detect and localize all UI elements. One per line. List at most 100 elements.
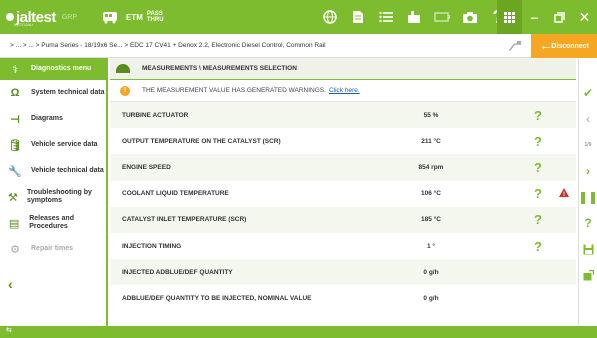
globe-icon[interactable]	[318, 5, 342, 29]
measurement-row[interactable]: INJECTION TIMING 1 ° ?	[110, 233, 576, 259]
help-icon[interactable]: ?	[534, 186, 542, 201]
top-toolbar: jaltest by COJALI GRP ETM PASSTHRU ?	[0, 0, 597, 34]
breadcrumb[interactable]: > ... > ... > Puma Series - 18/19x6 Se..…	[0, 42, 326, 49]
status-bar: ⇆	[0, 326, 597, 338]
measurement-value: 1 °	[426, 242, 436, 250]
sidebar-item-label: Repair times	[31, 245, 74, 252]
page-title: MEASUREMENTS \ MEASUREMENTS SELECTION	[142, 65, 297, 72]
sidebar-item-label: Releases and Procedures	[29, 215, 74, 230]
measurement-name: ADBLUE/DEF QUANTITY TO BE INJECTED, NOMI…	[122, 294, 312, 302]
measurement-value: 106 °C	[421, 190, 441, 198]
measurement-value: 0 g/h	[423, 268, 439, 276]
ohm-icon: Ω	[10, 87, 20, 99]
help-icon[interactable]: ?	[534, 239, 542, 254]
sidebar: ⚕ Diagnostics menu Ω System technical da…	[0, 58, 108, 326]
measurement-row[interactable]: COOLANT LIQUID TEMPERATURE 106 °C ? !	[110, 181, 576, 207]
measurement-value: 185 °C	[421, 216, 441, 224]
right-action-bar: ✔ ‹ 1/9 › ❚❚ ?	[578, 58, 597, 326]
svg-text:!: !	[563, 192, 565, 198]
minimize-icon[interactable]: –	[522, 0, 547, 34]
help-icon[interactable]: ?	[534, 108, 542, 123]
diagnostics-icon: ⚕	[12, 63, 18, 76]
measurement-name: COOLANT LIQUID TEMPERATURE	[122, 190, 229, 198]
vehicle-connect-icon[interactable]	[402, 5, 426, 29]
sidebar-item-vehicle-service-data[interactable]: 🛢 Vehicle service data	[0, 132, 106, 158]
bus-icon[interactable]	[98, 5, 122, 29]
plug-icon	[508, 40, 522, 55]
sidebar-item-label: Diagrams	[31, 115, 63, 122]
alarm-icon: !	[558, 187, 570, 200]
chevron-left-icon[interactable]: ‹	[579, 106, 597, 132]
grp-button[interactable]: GRP	[62, 14, 77, 21]
panel-header: MEASUREMENTS \ MEASUREMENTS SELECTION	[110, 58, 576, 80]
sidebar-item-label: Diagnostics menu	[31, 65, 92, 72]
diagram-icon: ⊣	[9, 113, 21, 126]
sidebar-item-label: Vehicle technical data	[31, 167, 104, 174]
sidebar-item-repair-times: ⚙ Repair times	[0, 236, 106, 262]
measurement-row[interactable]: TURBINE ACTUATOR 55 % ?	[110, 102, 576, 129]
gear-icon: ⚙	[10, 243, 20, 256]
chevron-right-icon[interactable]: ›	[579, 158, 597, 184]
wrench-icon: 🔧	[8, 165, 22, 178]
measurement-value: 211 °C	[421, 137, 441, 145]
help-settings-icon[interactable]: ?	[579, 210, 597, 236]
check-icon[interactable]: ✔	[579, 80, 597, 106]
gauge-icon	[116, 64, 130, 73]
measurement-row[interactable]: INJECTED ADBLUE/DEF QUANTITY 0 g/h	[110, 259, 576, 286]
oil-can-icon: 🛢	[8, 139, 22, 152]
sidebar-item-label: Vehicle service data	[31, 141, 98, 148]
etm-button[interactable]: ETM	[126, 13, 143, 22]
save-icon[interactable]	[579, 236, 597, 262]
logo-dot-icon	[6, 13, 14, 21]
sidebar-item-diagrams[interactable]: ⊣ Diagrams	[0, 106, 106, 132]
help-icon[interactable]: ?	[534, 212, 542, 227]
measurements-panel: MEASUREMENTS \ MEASUREMENTS SELECTION ! …	[110, 58, 576, 326]
pass-thru-button[interactable]: PASS THRU	[147, 11, 164, 23]
measurement-name: INJECTION TIMING	[122, 242, 182, 250]
disconnect-label: Disconnect	[551, 42, 589, 50]
camera-icon[interactable]	[458, 5, 482, 29]
breadcrumb-bar: > ... > ... > Puma Series - 18/19x6 Se..…	[0, 34, 597, 58]
measurement-row[interactable]: OUTPUT TEMPERATURE ON THE CATALYST (SCR)…	[110, 128, 576, 154]
procedures-icon: ▤	[8, 217, 20, 230]
measurement-name: ENGINE SPEED	[122, 163, 171, 171]
warning-link[interactable]: Click here.	[329, 87, 360, 94]
measurement-name: CATALYST INLET TEMPERATURE (SCR)	[122, 216, 247, 224]
warning-icon: !	[120, 85, 130, 96]
measurement-name: OUTPUT TEMPERATURE ON THE CATALYST (SCR)	[122, 137, 281, 145]
troubleshooting-icon: ⚒	[8, 191, 18, 204]
page-indicator: 1/9	[584, 142, 592, 148]
restore-icon[interactable]	[547, 0, 572, 34]
help-icon[interactable]: ?	[534, 134, 542, 149]
disconnect-button[interactable]: ← Disconnect	[531, 34, 597, 58]
close-icon[interactable]: ✕	[572, 0, 597, 34]
toolbar-actions: ?	[318, 5, 510, 29]
battery-icon[interactable]	[430, 5, 454, 29]
warning-text: THE MEASUREMENT VALUE HAS GENERATED WARN…	[142, 87, 326, 94]
export-icon[interactable]	[579, 262, 597, 288]
pause-icon[interactable]: ❚❚	[578, 184, 597, 210]
help-icon[interactable]: ?	[534, 160, 542, 175]
jaltest-logo: jaltest by COJALI GRP	[0, 9, 98, 27]
usb-icon: ⇆	[6, 327, 12, 334]
measurement-value: 55 %	[423, 111, 439, 119]
sidebar-item-vehicle-technical-data[interactable]: 🔧 Vehicle technical data	[0, 158, 106, 184]
measurement-value: 0 g/h	[423, 294, 439, 302]
measurement-name: INJECTED ADBLUE/DEF QUANTITY	[122, 268, 233, 276]
measurement-row[interactable]: ADBLUE/DEF QUANTITY TO BE INJECTED, NOMI…	[110, 285, 576, 311]
sidebar-item-releases-procedures[interactable]: ▤ Releases and Procedures	[0, 210, 106, 236]
chevron-left-icon[interactable]: ‹	[8, 276, 13, 292]
measurement-value: 854 rpm	[418, 163, 444, 171]
warning-banner: ! THE MEASUREMENT VALUE HAS GENERATED WA…	[110, 80, 576, 102]
measurement-row[interactable]: CATALYST INLET TEMPERATURE (SCR) 185 °C …	[110, 206, 576, 233]
document-icon[interactable]	[346, 5, 370, 29]
arrow-left-icon: ←	[539, 37, 553, 53]
sidebar-item-system-technical-data[interactable]: Ω System technical data	[0, 80, 106, 106]
sidebar-item-label: Troubleshooting by symptoms	[26, 189, 92, 204]
measurement-row[interactable]: ENGINE SPEED 854 rpm ?	[110, 154, 576, 181]
apps-grid-icon[interactable]	[497, 0, 522, 34]
sidebar-item-diagnostics-menu[interactable]: ⚕ Diagnostics menu	[0, 58, 106, 80]
list-icon[interactable]	[374, 5, 398, 29]
sidebar-item-troubleshooting[interactable]: ⚒ Troubleshooting by symptoms	[0, 184, 106, 210]
